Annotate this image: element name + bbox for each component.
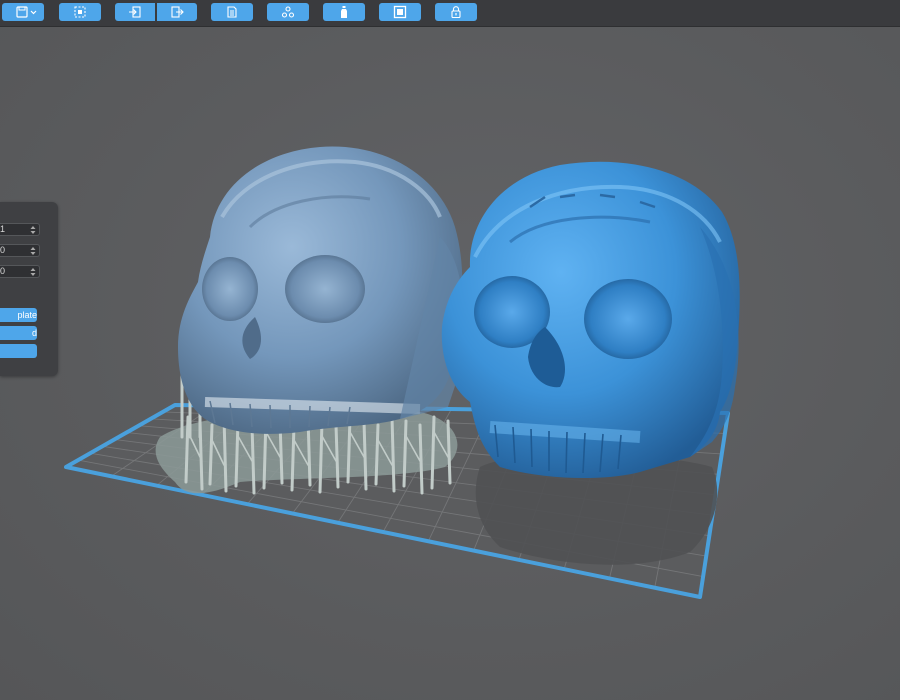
transform-panel: 1 0 0 plate d	[0, 202, 58, 376]
position-x-value: 1	[0, 224, 6, 234]
support-pillar	[184, 415, 190, 484]
panel-action-button[interactable]: d	[0, 326, 37, 340]
frame-icon	[393, 5, 407, 19]
network-button[interactable]	[267, 3, 309, 21]
export-icon	[171, 6, 184, 18]
support-pillar	[402, 419, 408, 488]
slicer-app: 1 0 0 plate d	[0, 0, 900, 700]
3d-viewport[interactable]	[0, 27, 900, 700]
support-pillar	[418, 423, 424, 495]
support-pillar	[446, 419, 452, 485]
support-pillar	[362, 419, 368, 491]
position-z-value: 0	[0, 266, 6, 276]
support-button[interactable]	[323, 3, 365, 21]
bottle-icon	[341, 6, 347, 18]
position-x-field[interactable]: 1	[0, 223, 40, 236]
spin-arrows-icon[interactable]	[30, 225, 36, 235]
drop-to-plate-button[interactable]: plate	[0, 308, 37, 322]
support-pillar	[390, 415, 396, 493]
save-icon	[16, 6, 37, 18]
panel-secondary-button[interactable]	[0, 344, 37, 358]
top-toolbar	[0, 0, 900, 27]
network-icon	[281, 6, 295, 18]
support-pillar	[290, 423, 296, 492]
support-pillar	[250, 423, 256, 495]
frame-button[interactable]	[379, 3, 421, 21]
spin-arrows-icon[interactable]	[30, 267, 36, 277]
select-all-button[interactable]	[59, 3, 101, 21]
support-pillar	[430, 415, 436, 490]
import-export-group	[115, 3, 197, 21]
skull-model-right[interactable]	[441, 161, 740, 479]
support-pillar	[346, 415, 352, 484]
lock-button[interactable]	[435, 3, 477, 21]
import-button[interactable]	[115, 3, 155, 21]
position-y-field[interactable]: 0	[0, 244, 40, 257]
spin-arrows-icon[interactable]	[30, 246, 36, 256]
support-pillar	[208, 423, 214, 486]
skull-model-left[interactable]	[178, 146, 465, 434]
slice-button[interactable]	[211, 3, 253, 21]
drop-to-plate-label: plate	[17, 310, 37, 320]
save-dropdown-button[interactable]	[2, 3, 44, 21]
import-icon	[129, 6, 141, 18]
support-pillar	[374, 423, 380, 486]
slice-icon	[227, 6, 237, 18]
position-z-field[interactable]: 0	[0, 265, 40, 278]
position-y-value: 0	[0, 245, 6, 255]
panel-action-label: d	[31, 328, 37, 338]
select-icon	[74, 6, 86, 18]
scene-canvas[interactable]	[0, 27, 900, 700]
export-button[interactable]	[157, 3, 197, 21]
lock-icon	[451, 6, 461, 19]
support-pillar	[334, 423, 340, 489]
support-pillar	[318, 419, 324, 494]
